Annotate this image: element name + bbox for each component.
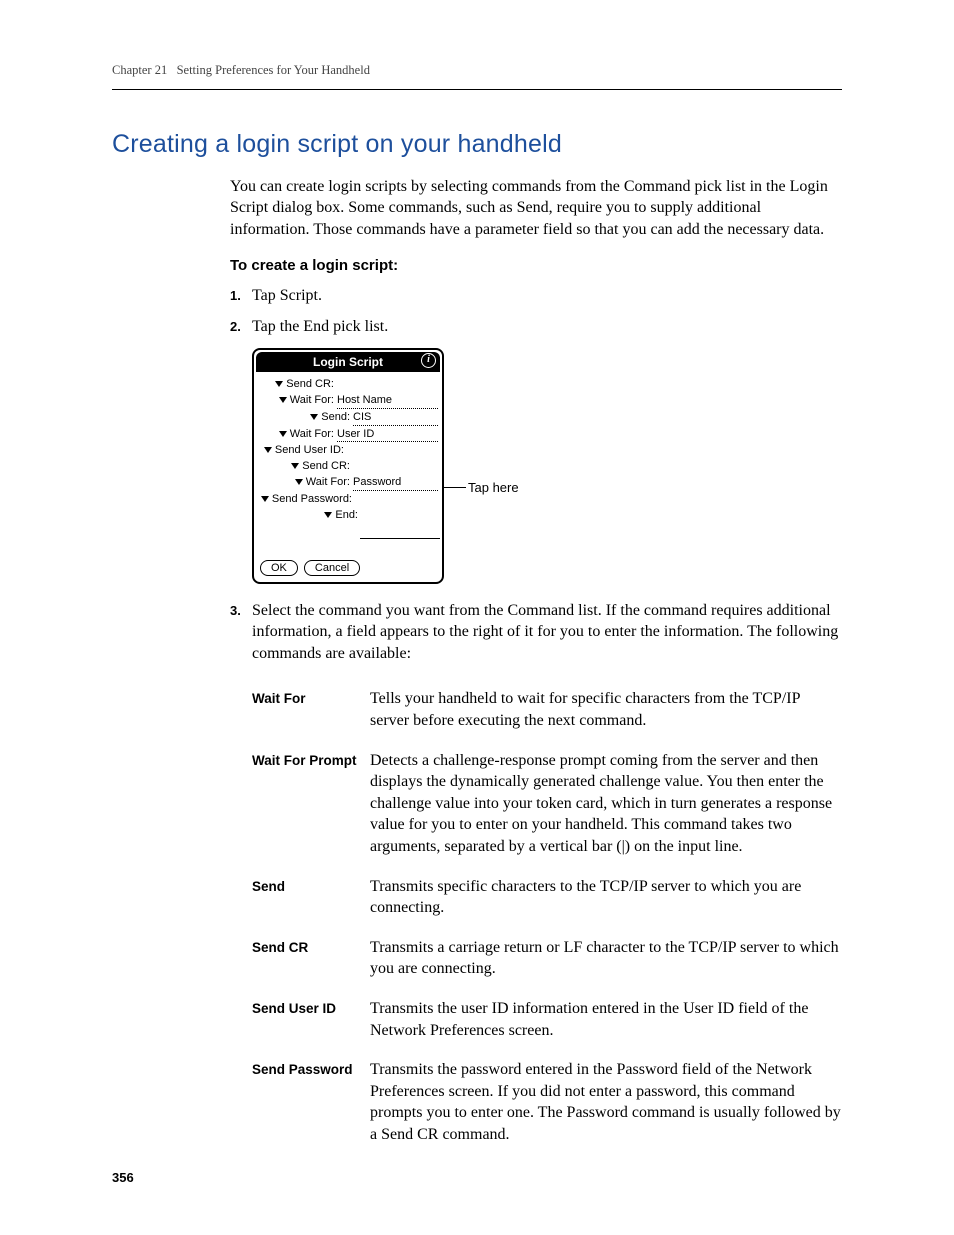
info-icon[interactable]: i — [421, 353, 436, 368]
command-name: Send User ID — [252, 998, 370, 1041]
chapter-number: Chapter 21 — [112, 63, 167, 77]
picklist-send-user-id[interactable]: Send User ID: — [258, 443, 347, 458]
page: Chapter 21 Setting Preferences for Your … — [0, 0, 954, 1235]
command-name: Wait For — [252, 688, 370, 731]
page-number: 356 — [112, 1169, 134, 1187]
command-name: Send — [252, 876, 370, 919]
command-desc: Detects a challenge-response prompt comi… — [370, 750, 842, 858]
step-2: 2. Tap the End pick list. — [230, 316, 842, 338]
callout-text: Tap here — [466, 479, 519, 497]
picklist-send-password[interactable]: Send Password: — [258, 492, 355, 507]
dialog-buttons: OK Cancel — [256, 556, 440, 578]
script-row: Wait For: Host Name — [258, 393, 438, 409]
command-desc: Transmits the password entered in the Pa… — [370, 1059, 842, 1145]
picklist-wait-for[interactable]: Wait For: — [258, 393, 337, 408]
procedure-heading: To create a login script: — [230, 256, 842, 276]
chapter-title: Setting Preferences for Your Handheld — [177, 63, 370, 77]
step-number: 1. — [230, 285, 252, 307]
dropdown-icon — [261, 496, 269, 502]
picklist-send-cr[interactable]: Send CR: — [258, 459, 353, 474]
row-value-input[interactable]: Host Name — [337, 393, 438, 409]
row-value-input[interactable]: CIS — [353, 410, 438, 426]
dropdown-icon — [264, 447, 272, 453]
script-row: End: — [258, 508, 438, 523]
command-row: Send Transmits specific characters to th… — [252, 876, 842, 919]
intro-paragraph: You can create login scripts by selectin… — [230, 176, 842, 241]
dropdown-icon — [324, 512, 332, 518]
figure: Login Script i Send CR: Wait For: Host N… — [252, 348, 842, 584]
script-row: Wait For: Password — [258, 475, 438, 491]
row-label: Send: — [321, 410, 350, 425]
callout-line — [442, 487, 466, 488]
dropdown-icon — [279, 397, 287, 403]
script-row: Wait For: User ID — [258, 427, 438, 443]
command-desc: Transmits the user ID information entere… — [370, 998, 842, 1041]
dropdown-icon — [279, 431, 287, 437]
dropdown-icon — [295, 479, 303, 485]
command-name: Wait For Prompt — [252, 750, 370, 858]
row-label: Send CR: — [286, 377, 334, 392]
dropdown-icon — [291, 463, 299, 469]
picklist-send[interactable]: Send: — [258, 410, 353, 425]
row-label: Send User ID: — [275, 443, 344, 458]
command-row: Send CR Transmits a carriage return or L… — [252, 937, 842, 980]
command-name: Send CR — [252, 937, 370, 980]
row-label: Send CR: — [302, 459, 350, 474]
login-script-dialog: Login Script i Send CR: Wait For: Host N… — [252, 348, 444, 584]
script-row: Send User ID: — [258, 443, 438, 458]
step-number: 2. — [230, 316, 252, 338]
picklist-wait-for[interactable]: Wait For: — [258, 427, 337, 442]
end-callout-line — [258, 524, 438, 554]
row-label: Wait For: — [290, 427, 334, 442]
step-body: Tap Script. — [252, 285, 842, 307]
dialog-body: Send CR: Wait For: Host Name Send: CIS W… — [256, 372, 440, 556]
figure-callout: Tap here — [442, 479, 519, 497]
dialog-titlebar: Login Script i — [256, 352, 440, 372]
row-label: End: — [335, 508, 358, 523]
dropdown-icon — [310, 414, 318, 420]
cancel-button[interactable]: Cancel — [304, 560, 360, 576]
row-label: Wait For: — [290, 393, 334, 408]
step-1: 1. Tap Script. — [230, 285, 842, 307]
row-label: Send Password: — [272, 492, 352, 507]
script-row: Send Password: — [258, 492, 438, 507]
picklist-send-cr[interactable]: Send CR: — [258, 377, 337, 392]
steps-list-cont: 3. Select the command you want from the … — [230, 600, 842, 665]
section-title: Creating a login script on your handheld — [112, 128, 842, 162]
command-desc: Tells your handheld to wait for specific… — [370, 688, 842, 731]
step-body: Tap the End pick list. — [252, 316, 842, 338]
running-header: Chapter 21 Setting Preferences for Your … — [112, 62, 842, 90]
command-row: Send User ID Transmits the user ID infor… — [252, 998, 842, 1041]
steps-list: 1. Tap Script. 2. Tap the End pick list. — [230, 285, 842, 338]
dialog-title: Login Script — [313, 355, 383, 369]
picklist-wait-for[interactable]: Wait For: — [258, 475, 353, 490]
script-row: Send CR: — [258, 459, 438, 474]
script-row: Send: CIS — [258, 410, 438, 426]
row-label: Wait For: — [306, 475, 350, 490]
row-value-input[interactable]: User ID — [337, 427, 438, 443]
dropdown-icon — [275, 381, 283, 387]
command-row: Wait For Prompt Detects a challenge-resp… — [252, 750, 842, 858]
step-number: 3. — [230, 600, 252, 665]
command-row: Wait For Tells your handheld to wait for… — [252, 688, 842, 731]
content: You can create login scripts by selectin… — [230, 176, 842, 1146]
ok-button[interactable]: OK — [260, 560, 298, 576]
command-table: Wait For Tells your handheld to wait for… — [252, 688, 842, 1145]
command-row: Send Password Transmits the password ent… — [252, 1059, 842, 1145]
command-name: Send Password — [252, 1059, 370, 1145]
command-desc: Transmits specific characters to the TCP… — [370, 876, 842, 919]
picklist-end[interactable]: End: — [258, 508, 361, 523]
step-body: Select the command you want from the Com… — [252, 600, 842, 665]
row-value-input[interactable]: Password — [353, 475, 438, 491]
command-desc: Transmits a carriage return or LF charac… — [370, 937, 842, 980]
script-row: Send CR: — [258, 377, 438, 392]
step-3: 3. Select the command you want from the … — [230, 600, 842, 665]
